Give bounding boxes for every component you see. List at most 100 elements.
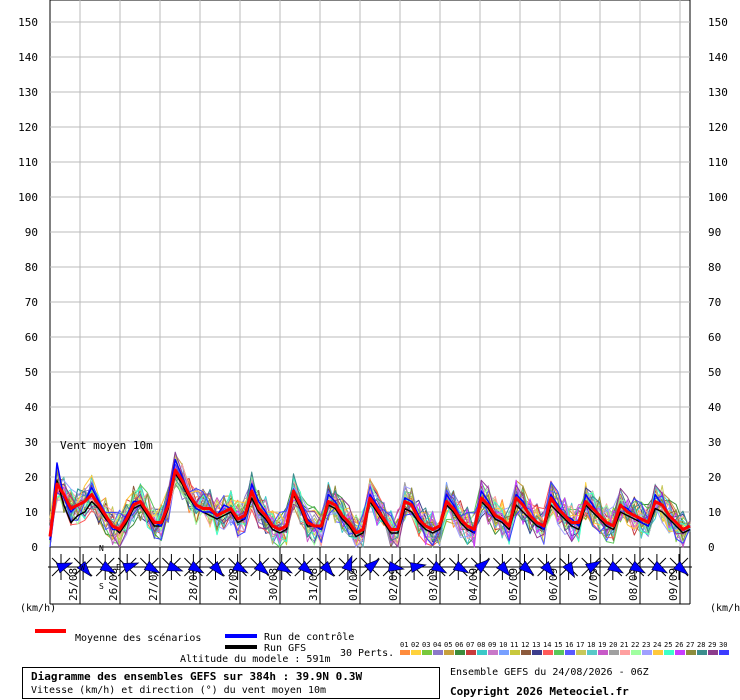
y-tick-label-right: 110: [708, 156, 728, 169]
legend-pert-swatch: [675, 650, 685, 655]
legend-pert-number: 24: [653, 641, 661, 649]
x-date-label: 03/09: [427, 568, 440, 601]
legend-pert-number: 26: [675, 641, 683, 649]
gefs-ensemble-chart: 0 0 10 10 20 20 30 30 40 40 50 50 60 60 70 70 80 80 90 90 10…: [0, 0, 740, 700]
legend-pert-swatch: [444, 650, 454, 655]
chart-subtitle: Vitesse (km/h) et direction (°) du vent …: [31, 685, 327, 696]
legend-pert-swatch: [664, 650, 674, 655]
legend-perts-label: 30 Perts.: [340, 648, 394, 659]
y-tick-label-left: 150: [18, 16, 38, 29]
legend-control-label: Run de contrôle: [264, 631, 354, 643]
y-tick-label-left: 30: [25, 436, 38, 449]
legend-pert-number: 04: [433, 641, 441, 649]
legend-pert-number: 02: [411, 641, 419, 649]
legend-pert-number: 15: [554, 641, 562, 649]
legend-pert-number: 22: [631, 641, 639, 649]
y-tick-label-left: 20: [25, 471, 38, 484]
y-tick-label-left: 100: [18, 191, 38, 204]
ensemble-info: Ensemble GEFS du 24/08/2026 - 06Z: [450, 667, 649, 678]
legend-pert-swatch: [631, 650, 641, 655]
legend-pert-number: 14: [543, 641, 551, 649]
legend-pert-swatch: [598, 650, 608, 655]
legend-pert-swatch: [466, 650, 476, 655]
compass-w: W: [80, 563, 85, 572]
legend-control-swatch: [225, 634, 257, 638]
legend-pert-swatch: [521, 650, 531, 655]
y-unit-label-right: (km/h): [710, 603, 740, 614]
y-tick-label-right: 150: [708, 16, 728, 29]
y-tick-label-left: 130: [18, 86, 38, 99]
compass-e: E: [116, 563, 121, 572]
y-tick-label-left: 80: [25, 261, 38, 274]
x-date-label: 25/08: [67, 568, 80, 601]
legend-pert-swatch: [609, 650, 619, 655]
legend-pert-number: 16: [565, 641, 573, 649]
legend-pert-number: 30: [719, 641, 727, 649]
y-tick-label-left: 40: [25, 401, 38, 414]
legend-pert-swatch: [620, 650, 630, 655]
legend-mean-swatch: [35, 629, 66, 633]
legend-pert-number: 07: [466, 641, 474, 649]
plot-area: [49, 0, 691, 548]
legend-pert-number: 03: [422, 641, 430, 649]
legend-gfs-swatch: [225, 645, 257, 649]
legend-pert-swatch: [543, 650, 553, 655]
legend-pert-swatch: [400, 650, 410, 655]
legend-pert-number: 28: [697, 641, 705, 649]
legend-pert-number: 12: [521, 641, 529, 649]
y-tick-label-right: 70: [708, 296, 721, 309]
wind-arrow: [409, 562, 427, 573]
compass-n: N: [99, 544, 104, 553]
legend-pert-number: 29: [708, 641, 716, 649]
y-tick-label-right: 80: [708, 261, 721, 274]
legend-pert-swatch: [532, 650, 542, 655]
legend-pert-number: 19: [598, 641, 606, 649]
legend-pert-swatch: [554, 650, 564, 655]
legend-mean-label: Moyenne des scénarios: [75, 632, 201, 644]
legend-pert-swatch: [565, 650, 575, 655]
legend-pert-swatch: [422, 650, 432, 655]
legend-pert-swatch: [510, 650, 520, 655]
legend-pert-swatch: [653, 650, 663, 655]
y-tick-label-right: 30: [708, 436, 721, 449]
legend-pert-number: 23: [642, 641, 650, 649]
legend-pert-swatch: [587, 650, 597, 655]
legend-pert-swatch: [697, 650, 707, 655]
y-tick-label-left: 70: [25, 296, 38, 309]
y-tick-label-left: 110: [18, 156, 38, 169]
legend-pert-number: 25: [664, 641, 672, 649]
y-tick-label-right: 10: [708, 506, 721, 519]
y-tick-label-right: 20: [708, 471, 721, 484]
copyright: Copyright 2026 Meteociel.fr: [450, 685, 629, 698]
legend-pert-number: 05: [444, 641, 452, 649]
wind-direction-glyph: [621, 554, 648, 580]
chart-title: Diagramme des ensembles GEFS sur 384h : …: [31, 670, 363, 683]
y-tick-label-left: 60: [25, 331, 38, 344]
legend-pert-number: 17: [576, 641, 584, 649]
legend-pert-swatch: [477, 650, 487, 655]
legend-pert-swatch: [686, 650, 696, 655]
x-date-label: 07/09: [587, 568, 600, 601]
y-tick-label-left: 0: [31, 541, 38, 554]
y-tick-label-right: 140: [708, 51, 728, 64]
y-tick-label-right: 50: [708, 366, 721, 379]
legend-pert-number: 10: [499, 641, 507, 649]
legend-pert-swatch: [642, 650, 652, 655]
y-tick-label-left: 90: [25, 226, 38, 239]
legend-pert-swatch: [433, 650, 443, 655]
legend-pert-swatch: [488, 650, 498, 655]
y-tick-label-left: 10: [25, 506, 38, 519]
y-tick-label-right: 130: [708, 86, 728, 99]
legend-pert-number: 27: [686, 641, 694, 649]
legend-pert-number: 13: [532, 641, 540, 649]
legend-pert-number: 01: [400, 641, 408, 649]
legend-pert-swatch: [708, 650, 718, 655]
legend-pert-number: 21: [620, 641, 628, 649]
legend-pert-number: 09: [488, 641, 496, 649]
legend-pert-swatch: [455, 650, 465, 655]
x-date-label: 30/08: [267, 568, 280, 601]
y-tick-label-left: 120: [18, 121, 38, 134]
chart-annotation: Vent moyen 10m: [60, 439, 153, 452]
legend-pert-number: 18: [587, 641, 595, 649]
y-tick-label-right: 100: [708, 191, 728, 204]
